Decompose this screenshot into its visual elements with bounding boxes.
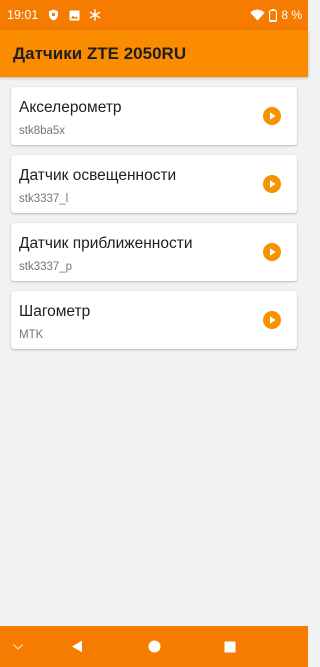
back-icon[interactable]: [66, 626, 88, 667]
play-icon[interactable]: [263, 107, 281, 125]
sensor-subtitle: stk3337_l: [19, 193, 69, 205]
sensor-title: Акселерометр: [19, 99, 122, 116]
play-icon[interactable]: [263, 311, 281, 329]
battery-icon: [269, 8, 278, 22]
recents-icon[interactable]: [219, 626, 241, 667]
sensor-card-proximity[interactable]: Датчик приближенности stk3337_p: [11, 223, 297, 281]
status-right: 8 %: [250, 8, 302, 22]
battery-percent: 8 %: [281, 8, 302, 22]
sensor-subtitle: stk3337_p: [19, 261, 73, 273]
sensor-subtitle: stk8ba5x: [19, 125, 66, 137]
sensor-card-light[interactable]: Датчик освещенности stk3337_l: [11, 155, 297, 213]
app-bar: Датчики ZTE 2050RU: [0, 30, 308, 77]
home-icon[interactable]: [143, 626, 165, 667]
status-left: 19:01: [7, 8, 101, 22]
chevron-down-icon[interactable]: [8, 626, 28, 667]
snowflake-icon: [89, 9, 101, 21]
status-bar: 19:01 8 %: [0, 0, 308, 30]
navigation-bar: [0, 626, 308, 667]
play-icon[interactable]: [263, 175, 281, 193]
sensor-title: Датчик приближенности: [19, 235, 193, 252]
wifi-icon: [250, 9, 266, 21]
image-icon: [68, 9, 80, 21]
play-icon[interactable]: [263, 243, 281, 261]
status-time: 19:01: [7, 8, 39, 22]
shield-icon: [47, 9, 59, 21]
sensor-title: Датчик освещенности: [19, 167, 177, 184]
sensor-card-accelerometer[interactable]: Акселерометр stk8ba5x: [11, 87, 297, 145]
sensor-subtitle: MTK: [19, 329, 44, 341]
page-title: Датчики ZTE 2050RU: [13, 43, 187, 63]
sensor-title: Шагометр: [19, 303, 91, 320]
sensor-card-step-counter[interactable]: Шагометр MTK: [11, 291, 297, 349]
